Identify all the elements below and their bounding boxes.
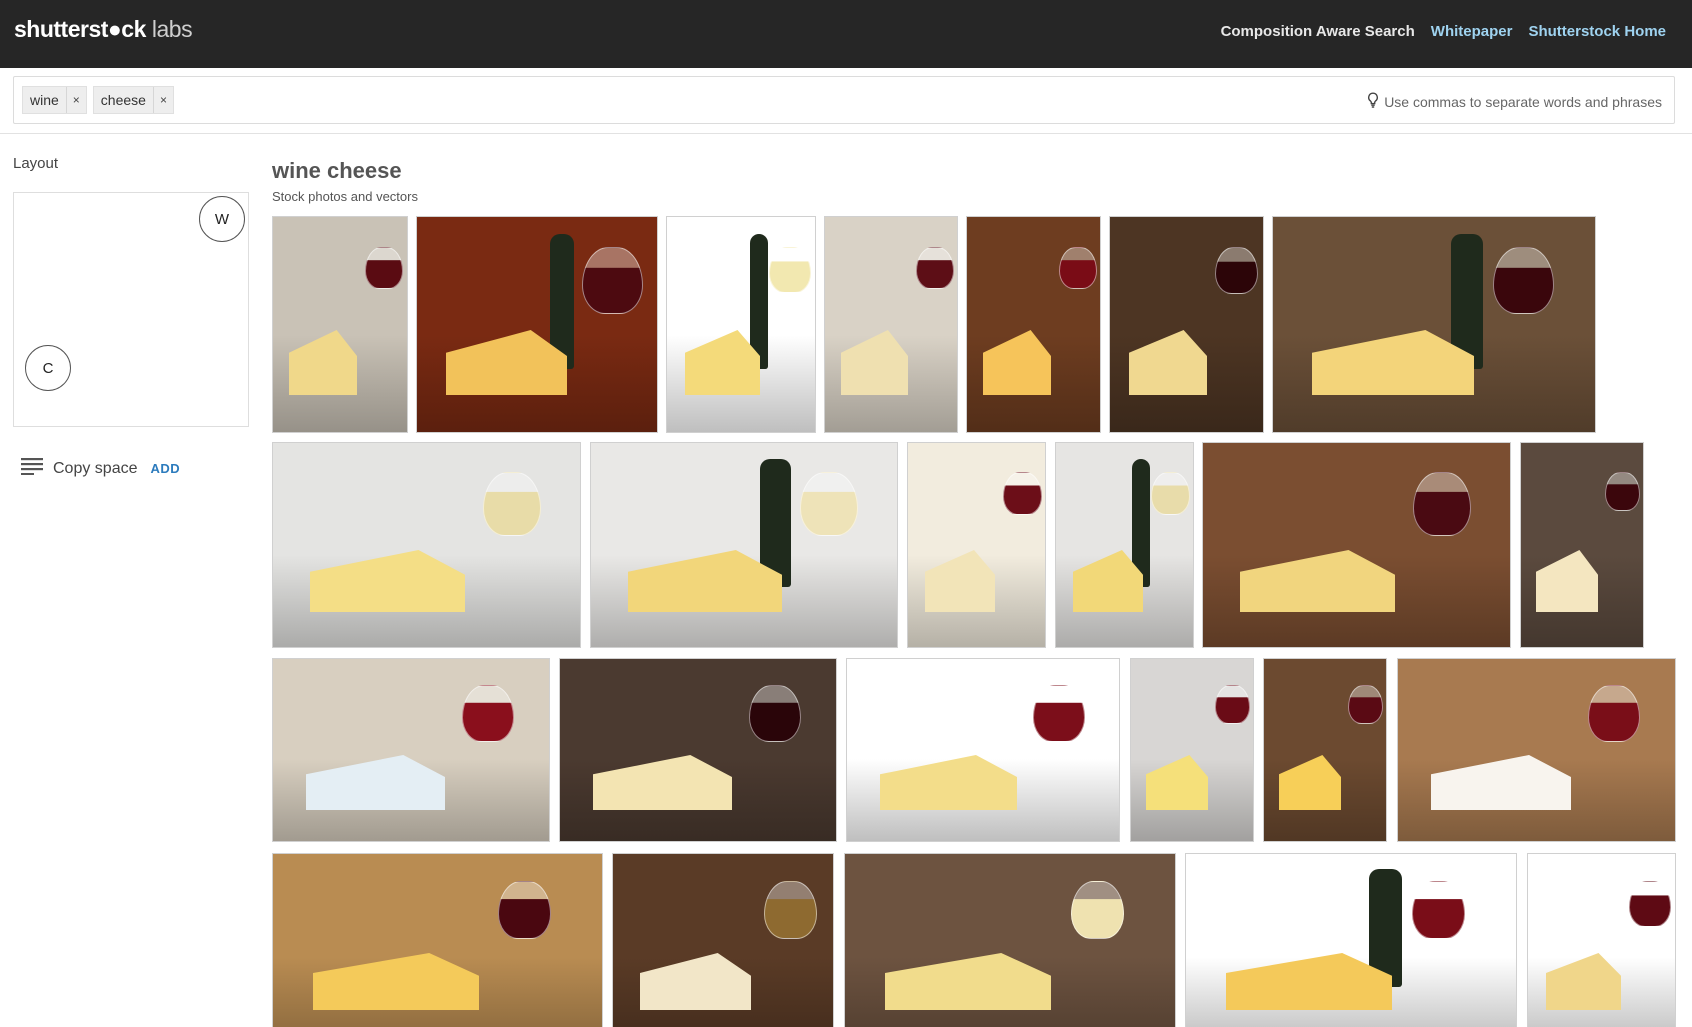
wine-glass-shape bbox=[1605, 472, 1640, 511]
wine-glass-shape bbox=[462, 685, 514, 742]
lightbulb-icon bbox=[1367, 92, 1379, 111]
result-thumbnail[interactable] bbox=[1055, 442, 1194, 648]
copy-space-control: Copy space ADD bbox=[21, 457, 180, 480]
wine-glass-shape bbox=[1215, 685, 1250, 724]
result-thumbnail[interactable] bbox=[272, 853, 603, 1027]
results-grid bbox=[272, 216, 1676, 1027]
result-thumbnail[interactable] bbox=[1527, 853, 1676, 1027]
nav-link-composition-aware-search[interactable]: Composition Aware Search bbox=[1221, 23, 1415, 40]
text-lines-icon bbox=[21, 457, 43, 480]
result-thumbnail[interactable] bbox=[272, 658, 550, 842]
remove-tag-icon[interactable]: × bbox=[152, 87, 173, 113]
top-nav: Composition Aware Search Whitepaper Shut… bbox=[1221, 23, 1666, 40]
brand-suffix: labs bbox=[151, 16, 193, 42]
result-thumbnail[interactable] bbox=[844, 853, 1176, 1027]
result-thumbnail[interactable] bbox=[824, 216, 958, 433]
search-hint-text: Use commas to separate words and phrases bbox=[1384, 93, 1662, 110]
tag-label: cheese bbox=[100, 92, 146, 108]
search-tag-cheese: cheese × bbox=[92, 86, 174, 114]
result-thumbnail[interactable] bbox=[272, 442, 581, 648]
brand-text: shutterst●ck bbox=[14, 16, 146, 42]
wine-glass-shape bbox=[498, 881, 551, 939]
thumbnail-background bbox=[273, 659, 549, 841]
result-thumbnail[interactable] bbox=[1202, 442, 1511, 648]
result-thumbnail[interactable] bbox=[272, 216, 408, 433]
wine-glass-shape bbox=[1588, 685, 1640, 742]
wine-glass-shape bbox=[582, 247, 643, 314]
wine-glass-shape bbox=[1348, 685, 1383, 724]
result-thumbnail[interactable] bbox=[1185, 853, 1517, 1027]
result-thumbnail[interactable] bbox=[666, 216, 816, 433]
top-bar: shutterst●ck labs Composition Aware Searc… bbox=[0, 0, 1692, 68]
search-area: wine × cheese × Use commas to separate w… bbox=[0, 68, 1692, 134]
wine-glass-shape bbox=[916, 247, 954, 289]
sidebar: Layout W C Copy space ADD bbox=[13, 155, 249, 477]
result-thumbnail[interactable] bbox=[1130, 658, 1254, 842]
wine-glass-shape bbox=[764, 881, 817, 939]
wine-glass-shape bbox=[1059, 247, 1097, 289]
search-input[interactable]: wine × cheese × Use commas to separate w… bbox=[13, 76, 1675, 124]
search-hint: Use commas to separate words and phrases bbox=[1367, 92, 1662, 111]
search-tags: wine × cheese × bbox=[22, 86, 174, 114]
results-title: wine cheese bbox=[272, 158, 402, 183]
wine-glass-shape bbox=[1151, 472, 1190, 515]
result-thumbnail[interactable] bbox=[1109, 216, 1264, 433]
result-thumbnail[interactable] bbox=[966, 216, 1101, 433]
result-thumbnail[interactable] bbox=[1263, 658, 1387, 842]
result-thumbnail[interactable] bbox=[559, 658, 837, 842]
shutterstock-labs-logo[interactable]: shutterst●ck labs bbox=[14, 16, 193, 43]
thumbnail-background bbox=[1398, 659, 1675, 841]
result-thumbnail[interactable] bbox=[907, 442, 1046, 648]
wine-glass-shape bbox=[1003, 472, 1042, 515]
layout-canvas[interactable]: W C bbox=[13, 192, 249, 427]
wine-glass-shape bbox=[769, 247, 811, 293]
thumbnail-background bbox=[591, 443, 897, 647]
wine-glass-shape bbox=[483, 472, 541, 536]
result-thumbnail[interactable] bbox=[612, 853, 834, 1027]
results-subtitle: Stock photos and vectors bbox=[272, 189, 418, 204]
wine-glass-shape bbox=[1215, 247, 1258, 294]
thumbnail-background bbox=[273, 443, 580, 647]
layout-circle-w[interactable]: W bbox=[199, 196, 245, 242]
wine-glass-shape bbox=[1071, 881, 1124, 939]
tag-label: wine bbox=[30, 92, 59, 108]
nav-link-whitepaper[interactable]: Whitepaper bbox=[1431, 23, 1513, 40]
copy-space-add-button[interactable]: ADD bbox=[151, 461, 181, 476]
thumbnail-background bbox=[847, 659, 1119, 841]
wine-glass-shape bbox=[749, 685, 801, 742]
wine-glass-shape bbox=[1629, 881, 1671, 927]
result-thumbnail[interactable] bbox=[590, 442, 898, 648]
thumbnail-background bbox=[1203, 443, 1510, 647]
wine-glass-shape bbox=[365, 247, 403, 289]
result-thumbnail[interactable] bbox=[1272, 216, 1596, 433]
wine-glass-shape bbox=[1033, 685, 1085, 742]
layout-title: Layout bbox=[13, 155, 59, 172]
result-thumbnail[interactable] bbox=[1520, 442, 1644, 648]
result-thumbnail[interactable] bbox=[416, 216, 658, 433]
remove-tag-icon[interactable]: × bbox=[65, 87, 86, 113]
layout-circle-c[interactable]: C bbox=[25, 345, 71, 391]
thumbnail-background bbox=[560, 659, 836, 841]
result-thumbnail[interactable] bbox=[1397, 658, 1676, 842]
nav-link-shutterstock-home[interactable]: Shutterstock Home bbox=[1528, 23, 1666, 40]
wine-glass-shape bbox=[1493, 247, 1554, 314]
copy-space-label: Copy space bbox=[53, 459, 138, 477]
wine-glass-shape bbox=[1412, 881, 1465, 939]
thumbnail-background bbox=[1273, 217, 1595, 432]
wine-glass-shape bbox=[800, 472, 858, 536]
result-thumbnail[interactable] bbox=[846, 658, 1120, 842]
search-tag-wine: wine × bbox=[22, 86, 87, 114]
wine-glass-shape bbox=[1413, 472, 1471, 536]
